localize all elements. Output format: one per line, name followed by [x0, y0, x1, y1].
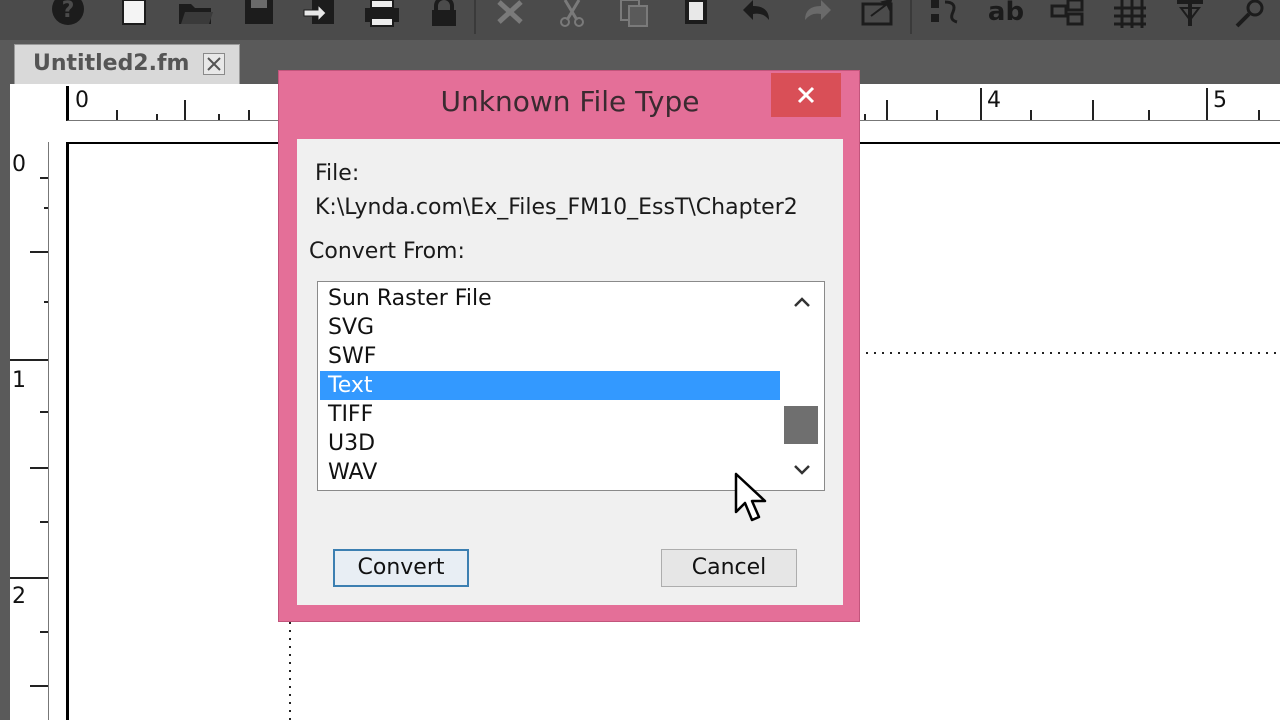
list-item[interactable]: SWF	[320, 342, 780, 371]
format-listbox[interactable]: Sun Raster File SVG SWF Text TIFF U3D WA…	[317, 281, 825, 491]
list-item[interactable]: TIFF	[320, 400, 780, 429]
file-path: K:\Lynda.com\Ex_Files_FM10_EssT\Chapter2	[315, 195, 798, 220]
list-item[interactable]: WAV	[320, 458, 780, 487]
format-list: Sun Raster File SVG SWF Text TIFF U3D WA…	[320, 284, 780, 487]
mouse-pointer-icon	[734, 472, 767, 522]
dialog-body: File: K:\Lynda.com\Ex_Files_FM10_EssT\Ch…	[297, 139, 843, 605]
scroll-down-button[interactable]	[782, 452, 822, 488]
chevron-down-icon	[794, 465, 810, 475]
unknown-file-type-dialog: Unknown File Type File: K:\Lynda.com\Ex_…	[278, 70, 860, 622]
scroll-up-button[interactable]	[782, 284, 822, 320]
convert-from-label: Convert From:	[309, 239, 465, 264]
scroll-thumb[interactable]	[784, 406, 818, 444]
chevron-up-icon	[794, 297, 810, 307]
close-icon	[797, 86, 815, 104]
list-item[interactable]: U3D	[320, 429, 780, 458]
list-scrollbar[interactable]	[782, 284, 822, 488]
list-item[interactable]: SVG	[320, 313, 780, 342]
convert-button[interactable]: Convert	[333, 549, 469, 587]
list-item-selected[interactable]: Text	[320, 371, 780, 400]
cancel-button[interactable]: Cancel	[661, 549, 797, 587]
list-item[interactable]: Sun Raster File	[320, 284, 780, 313]
dialog-close-button[interactable]	[771, 73, 841, 117]
file-label: File:	[315, 161, 360, 186]
